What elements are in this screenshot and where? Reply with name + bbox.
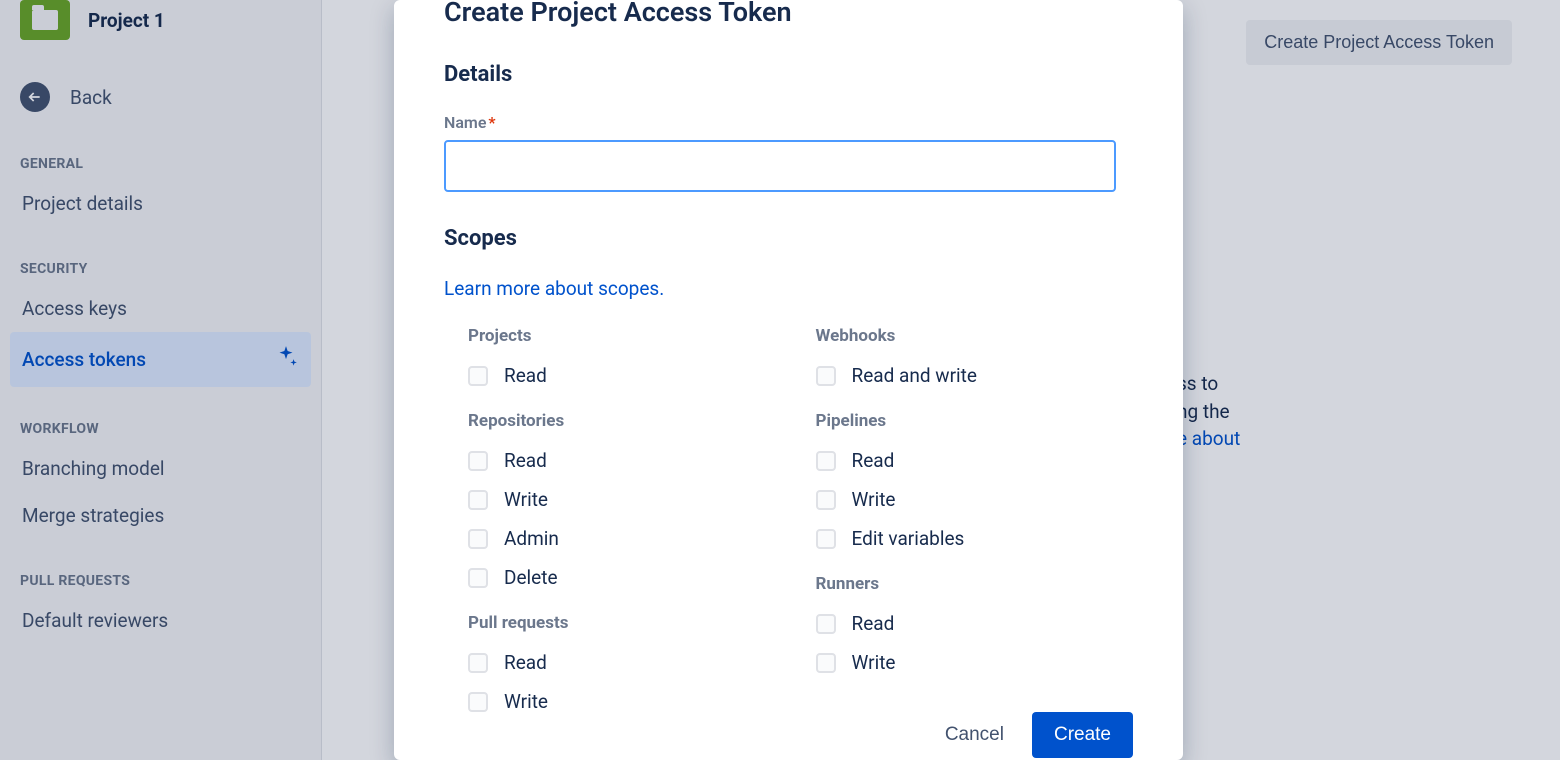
section-heading-workflow: WORKFLOW <box>10 387 311 445</box>
create-project-access-token-button[interactable]: Create Project Access Token <box>1246 20 1512 65</box>
checkbox-label: Write <box>504 488 548 511</box>
section-heading-pull-requests: PULL REQUESTS <box>10 539 311 597</box>
checkbox-icon <box>468 692 488 712</box>
back-label: Back <box>70 86 112 109</box>
cancel-button[interactable]: Cancel <box>937 712 1012 758</box>
checkbox-label: Read <box>504 449 547 472</box>
name-input[interactable] <box>444 140 1116 192</box>
checkbox-icon <box>468 653 488 673</box>
scope-group-repositories: Repositories <box>468 411 786 431</box>
checkbox-icon <box>468 490 488 510</box>
sparkle-icon <box>273 344 299 375</box>
sidebar: Project 1 Back GENERAL Project details S… <box>0 0 322 760</box>
create-button[interactable]: Create <box>1032 712 1133 758</box>
scope-pull-requests-read[interactable]: Read <box>468 643 786 682</box>
sidebar-item-label: Access tokens <box>22 348 146 371</box>
folder-icon <box>32 10 58 30</box>
scope-repositories-read[interactable]: Read <box>468 441 786 480</box>
scopes-grid: Projects Read Repositories Read Write Ad… <box>444 326 1133 721</box>
checkbox-label: Read <box>852 449 895 472</box>
checkbox-label: Read <box>852 612 895 635</box>
checkbox-label: Admin <box>504 527 559 550</box>
scope-repositories-write[interactable]: Write <box>468 480 786 519</box>
project-header: Project 1 <box>10 0 311 52</box>
checkbox-icon <box>468 366 488 386</box>
scope-column-left: Projects Read Repositories Read Write Ad… <box>468 326 786 721</box>
checkbox-icon <box>816 490 836 510</box>
scope-group-projects: Projects <box>468 326 786 346</box>
scope-runners-read[interactable]: Read <box>816 604 1134 643</box>
sidebar-item-project-details[interactable]: Project details <box>10 180 311 227</box>
checkbox-icon <box>816 529 836 549</box>
sidebar-item-label: Project details <box>22 192 143 215</box>
name-field-label: Name* <box>444 113 1133 132</box>
checkbox-icon <box>468 451 488 471</box>
scope-runners-write[interactable]: Write <box>816 643 1134 682</box>
scope-group-pipelines: Pipelines <box>816 411 1134 431</box>
checkbox-label: Read and write <box>852 364 977 387</box>
sidebar-item-access-keys[interactable]: Access keys <box>10 285 311 332</box>
modal-footer: Cancel Create <box>937 712 1133 760</box>
checkbox-label: Delete <box>504 566 558 589</box>
scope-column-right: Webhooks Read and write Pipelines Read W… <box>816 326 1134 721</box>
scope-group-runners: Runners <box>816 574 1134 594</box>
checkbox-icon <box>816 451 836 471</box>
background-description-text: ss to ng the e about <box>1177 370 1500 453</box>
sidebar-item-default-reviewers[interactable]: Default reviewers <box>10 597 311 644</box>
scopes-heading: Scopes <box>444 226 1133 251</box>
project-avatar <box>20 0 70 40</box>
modal-title: Create Project Access Token <box>444 0 1133 28</box>
sidebar-item-label: Access keys <box>22 297 127 320</box>
create-token-modal: Create Project Access Token Details Name… <box>394 0 1183 760</box>
scope-pipelines-write[interactable]: Write <box>816 480 1134 519</box>
scope-group-pull-requests: Pull requests <box>468 613 786 633</box>
project-title: Project 1 <box>88 9 165 32</box>
checkbox-label: Read <box>504 651 547 674</box>
sidebar-item-branching-model[interactable]: Branching model <box>10 445 311 492</box>
section-heading-security: SECURITY <box>10 227 311 285</box>
scope-webhooks-readwrite[interactable]: Read and write <box>816 356 1134 395</box>
learn-more-scopes-link[interactable]: Learn more about scopes. <box>444 277 664 300</box>
sidebar-item-label: Branching model <box>22 457 165 480</box>
checkbox-icon <box>468 568 488 588</box>
checkbox-icon <box>816 614 836 634</box>
checkbox-icon <box>468 529 488 549</box>
checkbox-label: Write <box>504 690 548 713</box>
scope-projects-read[interactable]: Read <box>468 356 786 395</box>
sidebar-item-label: Default reviewers <box>22 609 168 632</box>
checkbox-label: Read <box>504 364 547 387</box>
back-button[interactable]: Back <box>10 52 311 122</box>
details-heading: Details <box>444 62 1133 87</box>
scope-pull-requests-write[interactable]: Write <box>468 682 786 721</box>
sidebar-item-merge-strategies[interactable]: Merge strategies <box>10 492 311 539</box>
checkbox-label: Edit variables <box>852 527 965 550</box>
checkbox-icon <box>816 653 836 673</box>
checkbox-icon <box>816 366 836 386</box>
scope-repositories-admin[interactable]: Admin <box>468 519 786 558</box>
scope-group-webhooks: Webhooks <box>816 326 1134 346</box>
scope-repositories-delete[interactable]: Delete <box>468 558 786 597</box>
scope-pipelines-read[interactable]: Read <box>816 441 1134 480</box>
background-learn-more-link[interactable]: e about <box>1177 427 1240 450</box>
sidebar-item-label: Merge strategies <box>22 504 164 527</box>
checkbox-label: Write <box>852 651 896 674</box>
arrow-left-icon <box>20 82 50 112</box>
checkbox-label: Write <box>852 488 896 511</box>
scope-pipelines-edit-variables[interactable]: Edit variables <box>816 519 1134 558</box>
sidebar-item-access-tokens[interactable]: Access tokens <box>10 332 311 387</box>
section-heading-general: GENERAL <box>10 122 311 180</box>
